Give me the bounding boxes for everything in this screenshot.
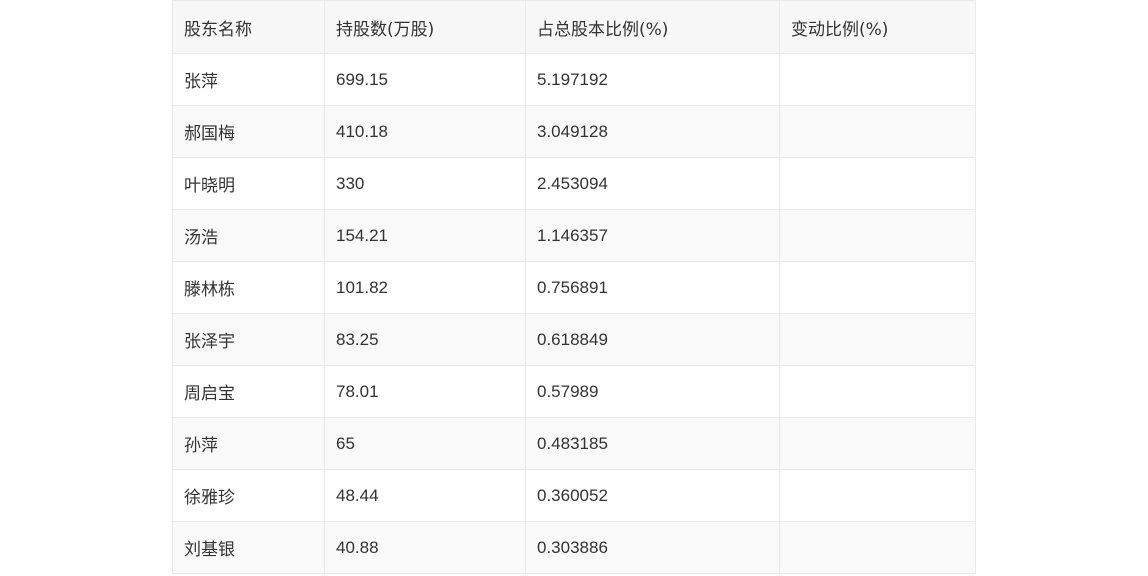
cell-shares-held: 410.18: [324, 105, 526, 158]
cell-shares-held: 154.21: [324, 209, 526, 262]
cell-shareholder-name: 孙萍: [172, 417, 325, 470]
header-shareholder-name: 股东名称: [172, 0, 325, 54]
cell-share-ratio: 3.049128: [525, 105, 780, 158]
cell-change-ratio: [779, 53, 976, 106]
cell-share-ratio: 1.146357: [525, 209, 780, 262]
cell-change-ratio: [779, 209, 976, 262]
shareholder-table: 股东名称 持股数(万股) 占总股本比例(%) 变动比例(%) 张萍 699.15…: [172, 0, 976, 574]
cell-shares-held: 101.82: [324, 261, 526, 314]
cell-shares-held: 78.01: [324, 365, 526, 418]
cell-change-ratio: [779, 261, 976, 314]
cell-shareholder-name: 叶晓明: [172, 157, 325, 210]
table-row: 叶晓明 330 2.453094: [172, 157, 976, 210]
cell-share-ratio: 0.618849: [525, 313, 780, 366]
header-share-ratio: 占总股本比例(%): [525, 0, 780, 54]
table-row: 张萍 699.15 5.197192: [172, 53, 976, 106]
cell-share-ratio: 0.303886: [525, 521, 780, 574]
cell-change-ratio: [779, 105, 976, 158]
cell-share-ratio: 0.483185: [525, 417, 780, 470]
cell-shares-held: 40.88: [324, 521, 526, 574]
cell-change-ratio: [779, 521, 976, 574]
cell-change-ratio: [779, 313, 976, 366]
cell-shares-held: 330: [324, 157, 526, 210]
header-row: 股东名称 持股数(万股) 占总股本比例(%) 变动比例(%): [172, 0, 976, 54]
header-shares-held: 持股数(万股): [324, 0, 526, 54]
header-change-ratio: 变动比例(%): [779, 0, 976, 54]
cell-shareholder-name: 张泽宇: [172, 313, 325, 366]
table-row: 张泽宇 83.25 0.618849: [172, 313, 976, 366]
cell-shareholder-name: 郝国梅: [172, 105, 325, 158]
table-row: 滕林栋 101.82 0.756891: [172, 261, 976, 314]
cell-change-ratio: [779, 469, 976, 522]
cell-change-ratio: [779, 157, 976, 210]
cell-shareholder-name: 汤浩: [172, 209, 325, 262]
cell-shares-held: 48.44: [324, 469, 526, 522]
table-body: 张萍 699.15 5.197192 郝国梅 410.18 3.049128 叶…: [172, 53, 976, 574]
table-header: 股东名称 持股数(万股) 占总股本比例(%) 变动比例(%): [172, 0, 976, 54]
cell-share-ratio: 2.453094: [525, 157, 780, 210]
cell-change-ratio: [779, 365, 976, 418]
cell-shares-held: 65: [324, 417, 526, 470]
table-row: 徐雅珍 48.44 0.360052: [172, 469, 976, 522]
cell-shareholder-name: 滕林栋: [172, 261, 325, 314]
cell-shareholder-name: 张萍: [172, 53, 325, 106]
cell-share-ratio: 0.756891: [525, 261, 780, 314]
cell-share-ratio: 0.57989: [525, 365, 780, 418]
table-row: 汤浩 154.21 1.146357: [172, 209, 976, 262]
cell-shareholder-name: 周启宝: [172, 365, 325, 418]
table-row: 郝国梅 410.18 3.049128: [172, 105, 976, 158]
cell-change-ratio: [779, 417, 976, 470]
shareholder-table-container: 股东名称 持股数(万股) 占总股本比例(%) 变动比例(%) 张萍 699.15…: [172, 0, 976, 574]
table-row: 刘基银 40.88 0.303886: [172, 521, 976, 574]
cell-shareholder-name: 刘基银: [172, 521, 325, 574]
cell-share-ratio: 0.360052: [525, 469, 780, 522]
cell-shares-held: 83.25: [324, 313, 526, 366]
table-row: 周启宝 78.01 0.57989: [172, 365, 976, 418]
cell-shareholder-name: 徐雅珍: [172, 469, 325, 522]
table-row: 孙萍 65 0.483185: [172, 417, 976, 470]
cell-shares-held: 699.15: [324, 53, 526, 106]
cell-share-ratio: 5.197192: [525, 53, 780, 106]
